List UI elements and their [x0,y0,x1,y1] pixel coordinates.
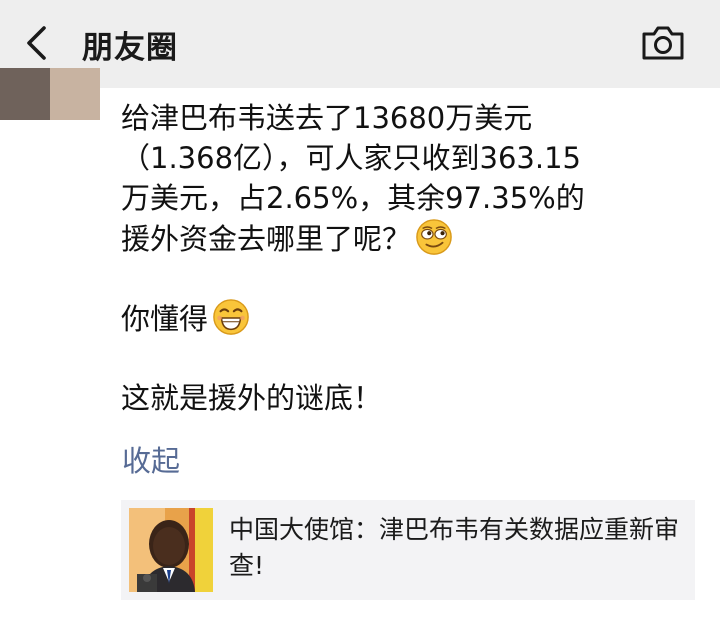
post-paragraph: 这就是援外的谜底！ [121,378,691,418]
collapse-link[interactable]: 收起 [122,438,180,480]
share-thumbnail [129,508,213,592]
navigation-bar: 朋友圈 [0,0,720,88]
post-line-with-emoji: 援外资金去哪里了呢？ [121,218,691,258]
post-paragraph: 给津巴布韦送去了13680万美元 （1.368亿），可人家只收到363.15 万… [121,98,691,258]
grin-emoji-icon [213,299,249,335]
post-line: 万美元，占2.65%，其余97.35%的 [121,181,585,215]
shared-link-card[interactable]: 中国大使馆：津巴布韦有关数据应重新审查! [121,500,695,600]
avatar[interactable] [0,68,100,120]
post-text: 给津巴布韦送去了13680万美元 （1.368亿），可人家只收到363.15 万… [121,98,691,418]
post-paragraph: 你懂得 [121,298,691,338]
smirk-emoji-icon [416,219,452,255]
post-line-with-emoji: 你懂得 [121,298,691,338]
post-line: 援外资金去哪里了呢？ [121,222,412,256]
avatar-block [50,68,100,120]
share-card-title: 中国大使馆：津巴布韦有关数据应重新审查! [229,515,680,580]
camera-icon[interactable] [640,24,686,62]
post-line: （1.368亿），可人家只收到363.15 [121,141,581,175]
post-line: 给津巴布韦送去了13680万美元 [121,101,533,135]
post-line: 你懂得 [121,302,209,336]
portrait-thumbnail-icon [129,508,213,592]
page-title: 朋友圈 [82,30,178,66]
post-line: 这就是援外的谜底！ [121,381,383,415]
avatar-block [0,68,50,120]
chevron-left-icon[interactable] [22,24,52,62]
